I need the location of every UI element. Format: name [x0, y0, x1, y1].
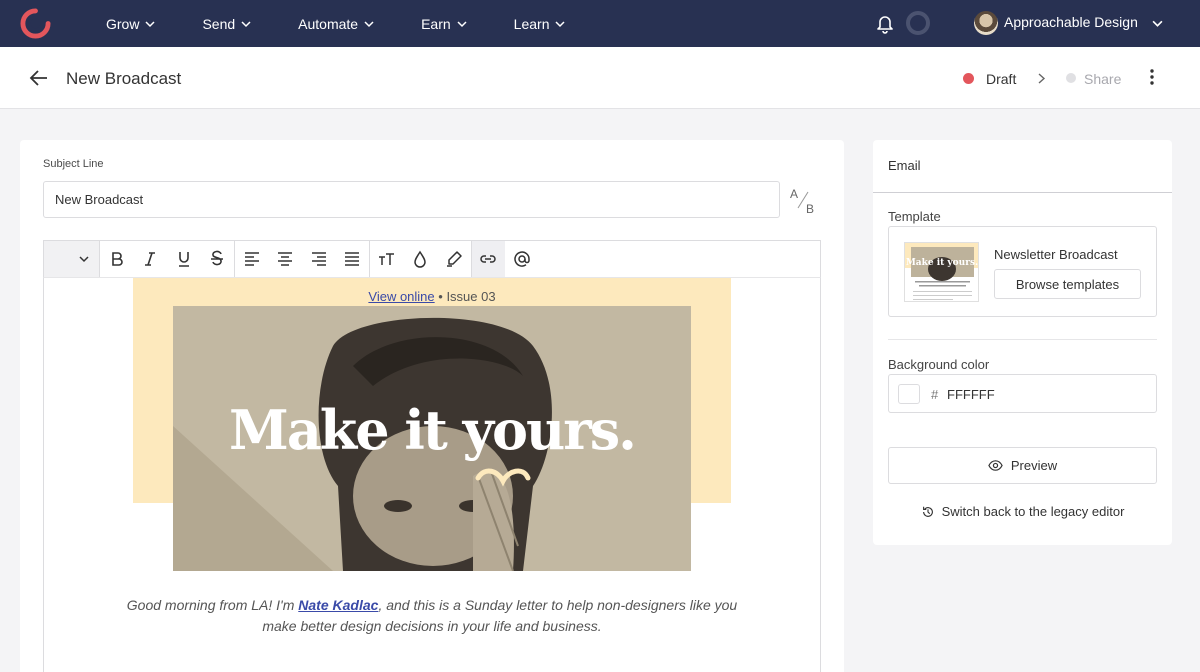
strikethrough-button[interactable] [201, 241, 235, 277]
chevron-down-icon [241, 20, 251, 27]
underline-icon [178, 252, 189, 267]
insert-group [471, 241, 539, 277]
background-color-value[interactable]: FFFFFF [947, 387, 995, 402]
chevron-right-icon [1038, 73, 1046, 84]
text-style-group [100, 241, 235, 277]
align-center-icon [278, 252, 293, 266]
intro-paragraph[interactable]: Good morning from LA! I'm Nate Kadlac, a… [124, 595, 740, 637]
main-nav: Grow Send Automate Earn Learn [106, 0, 612, 47]
legacy-editor-link[interactable]: Switch back to the legacy editor [873, 504, 1172, 519]
align-center-button[interactable] [269, 241, 303, 277]
chevron-down-icon [457, 20, 467, 27]
thumbnail-title: Make it yours. [906, 258, 978, 268]
italic-icon [145, 252, 156, 266]
eye-icon [988, 460, 1003, 471]
nav-earn[interactable]: Earn [421, 16, 467, 32]
page-title: New Broadcast [66, 69, 182, 88]
ab-test-icon[interactable]: A B [788, 186, 818, 216]
chevron-down-icon [79, 256, 89, 263]
bell-icon[interactable] [874, 12, 896, 34]
author-link[interactable]: Nate Kadlac [298, 597, 378, 613]
link-button[interactable] [471, 241, 505, 277]
bold-button[interactable] [100, 241, 134, 277]
template-thumbnail-illustration: Make it yours. [905, 243, 978, 300]
top-nav: Grow Send Automate Earn Learn Approachab… [0, 0, 1200, 47]
template-thumbnail[interactable]: Make it yours. [904, 242, 979, 302]
chevron-down-icon [145, 20, 155, 27]
issue-label: • Issue 03 [438, 289, 496, 304]
divider [873, 192, 1172, 193]
text-size-icon [378, 253, 394, 265]
history-icon [922, 506, 933, 517]
highlighter-icon [446, 251, 462, 267]
align-justify-button[interactable] [336, 241, 370, 277]
convertkit-logo-icon[interactable] [20, 8, 51, 39]
text-color-group [370, 241, 472, 277]
strikethrough-icon [211, 250, 224, 266]
hash-prefix: # [931, 387, 939, 402]
browse-templates-button[interactable]: Browse templates [994, 269, 1141, 299]
background-color-input[interactable]: # FFFFFF [888, 374, 1157, 413]
avatar[interactable] [974, 11, 998, 35]
template-label: Template [888, 209, 941, 224]
color-drop-icon [414, 250, 427, 268]
align-left-button[interactable] [235, 241, 269, 277]
block-type-select[interactable] [44, 241, 100, 277]
alignment-group [235, 241, 370, 277]
align-left-icon [244, 252, 259, 266]
background-color-label: Background color [888, 357, 990, 372]
hero-title: Make it yours. [229, 398, 637, 462]
chevron-down-icon[interactable] [1152, 18, 1163, 29]
email-canvas[interactable]: View online • Issue 03 Make it yours. Go… [43, 277, 821, 672]
subject-input[interactable]: New Broadcast [43, 181, 780, 218]
highlight-button[interactable] [437, 241, 471, 277]
align-right-button[interactable] [302, 241, 336, 277]
divider [888, 339, 1157, 340]
preview-button[interactable]: Preview [888, 447, 1157, 484]
template-name: Newsletter Broadcast [994, 247, 1118, 262]
mention-icon [514, 251, 530, 267]
bold-icon [111, 252, 123, 266]
text-size-button[interactable] [370, 241, 404, 277]
chevron-down-icon [364, 20, 374, 27]
align-justify-icon [345, 252, 360, 266]
back-arrow-icon[interactable] [29, 69, 49, 87]
loading-ring-icon [906, 11, 930, 35]
italic-button[interactable] [134, 241, 168, 277]
share-step-dot [1066, 73, 1076, 83]
status-draft[interactable]: Draft [986, 71, 1016, 87]
status-dot [963, 73, 974, 84]
view-online-line: View online • Issue 03 [133, 289, 731, 304]
template-box: Make it yours. Newsletter Broadcast Brow… [888, 226, 1157, 317]
color-swatch[interactable] [898, 384, 920, 404]
nav-grow[interactable]: Grow [106, 16, 155, 32]
text-color-button[interactable] [404, 241, 438, 277]
hero-image[interactable]: Make it yours. [173, 306, 691, 571]
email-settings-panel: Email Template Make it yours. Newsletter… [873, 140, 1172, 545]
chevron-down-icon [555, 20, 566, 27]
more-options-icon[interactable] [1145, 67, 1159, 87]
page-header: New Broadcast Draft Share [0, 47, 1200, 109]
link-icon [480, 255, 496, 263]
align-right-icon [311, 252, 326, 266]
editor-card: Subject Line New Broadcast A B View onli… [20, 140, 844, 672]
format-toolbar [43, 240, 821, 277]
underline-button[interactable] [167, 241, 201, 277]
subject-label: Subject Line [43, 158, 104, 170]
view-online-link[interactable]: View online [368, 289, 434, 304]
account-name[interactable]: Approachable Design [1004, 14, 1138, 30]
ab-letter-b: B [806, 202, 814, 216]
nav-learn[interactable]: Learn [514, 16, 566, 32]
nav-send[interactable]: Send [202, 16, 251, 32]
status-share[interactable]: Share [1084, 71, 1121, 87]
nav-automate[interactable]: Automate [298, 16, 374, 32]
ab-letter-a: A [790, 187, 798, 201]
mention-button[interactable] [505, 241, 539, 277]
tab-email[interactable]: Email [888, 158, 921, 173]
